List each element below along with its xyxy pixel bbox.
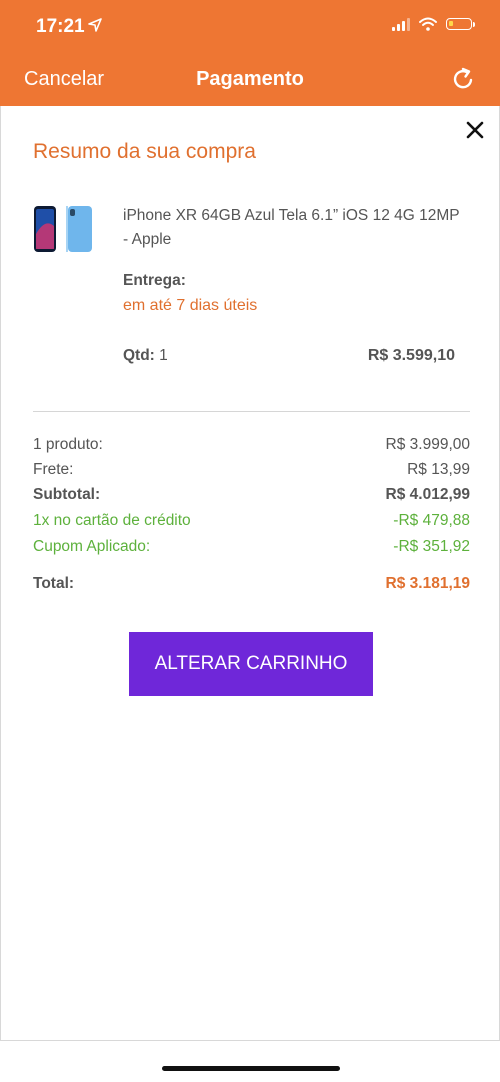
summary-title: Resumo da sua compra <box>33 140 256 163</box>
change-cart-button[interactable]: ALTERAR CARRINHO <box>129 632 373 696</box>
home-indicator[interactable] <box>162 1066 340 1071</box>
row-value: -R$ 479,88 <box>393 512 470 529</box>
total-label: Total: <box>33 575 75 592</box>
summary-row-card-discount: 1x no cartão de crédito -R$ 479,88 <box>33 512 470 530</box>
row-label: Subtotal: <box>33 486 101 503</box>
location-arrow-icon <box>88 18 102 32</box>
signal-icon <box>392 17 410 31</box>
row-value: -R$ 351,92 <box>393 538 470 555</box>
wifi-icon <box>419 17 437 31</box>
quantity-value: 1 <box>159 347 168 364</box>
app-header: 17:21 Cancelar Pagamento <box>0 0 500 106</box>
product-thumbnail <box>34 206 92 252</box>
total-value: R$ 3.181,19 <box>385 575 470 592</box>
summary-row-products: 1 produto: R$ 3.999,00 <box>33 436 470 454</box>
row-value: R$ 4.012,99 <box>385 486 470 503</box>
summary-row-coupon: Cupom Aplicado: -R$ 351,92 <box>33 538 470 556</box>
summary-row-subtotal: Subtotal: R$ 4.012,99 <box>33 486 470 504</box>
close-icon[interactable] <box>465 120 485 140</box>
summary-row-total: Total: R$ 3.181,19 <box>33 575 470 593</box>
divider <box>33 411 470 412</box>
cancel-button[interactable]: Cancelar <box>24 68 104 91</box>
row-value: R$ 13,99 <box>407 461 470 478</box>
row-label: 1x no cartão de crédito <box>33 512 191 529</box>
row-label: Frete: <box>33 461 74 478</box>
delivery-label: Entrega: <box>123 272 186 289</box>
battery-icon <box>446 18 475 30</box>
purchase-summary-sheet: Resumo da sua compra iPhone XR 64GB Azul… <box>0 106 500 1041</box>
row-label: 1 produto: <box>33 436 103 453</box>
item-price: R$ 3.599,10 <box>367 347 455 364</box>
status-time: 17:21 <box>36 16 85 37</box>
row-value: R$ 3.999,00 <box>385 436 470 453</box>
delivery-estimate: em até 7 dias úteis <box>123 297 258 314</box>
refresh-icon[interactable] <box>450 66 476 92</box>
product-name: iPhone XR 64GB Azul Tela 6.1” iOS 12 4G … <box>123 207 460 248</box>
row-label: Cupom Aplicado: <box>33 538 151 555</box>
summary-row-shipping: Frete: R$ 13,99 <box>33 461 470 479</box>
quantity: Qtd: 1 <box>123 347 168 365</box>
quantity-label: Qtd: <box>123 347 155 364</box>
